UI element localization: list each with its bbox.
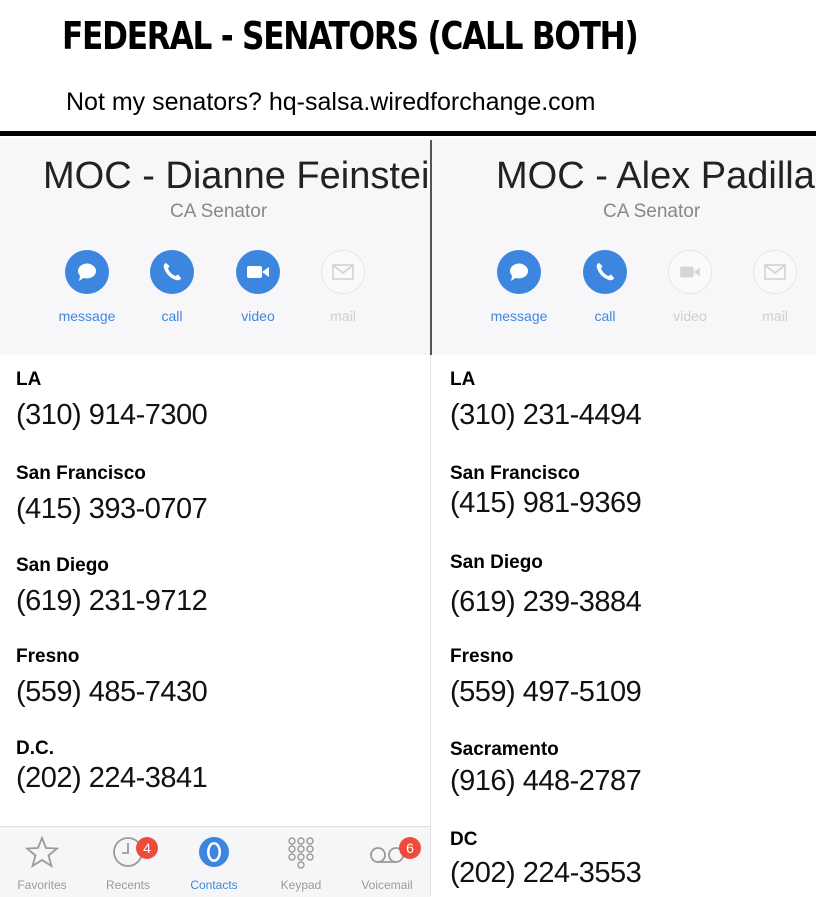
office-phone[interactable]: (619) 239-3884: [450, 586, 642, 619]
recents-badge: 4: [136, 837, 158, 859]
mail-icon: [753, 250, 797, 294]
office-entry: Fresno (559) 497-5109: [450, 646, 642, 709]
office-entry: LA (310) 914-7300: [16, 369, 208, 432]
office-entry: San Francisco (415) 393-0707: [16, 463, 208, 526]
contact-actions: message call video mail: [432, 250, 816, 340]
tab-label: Keypad: [280, 878, 322, 892]
office-city: Sacramento: [450, 739, 559, 760]
tab-keypad[interactable]: Keypad: [261, 835, 341, 892]
video-button[interactable]: video: [660, 250, 720, 324]
office-phone[interactable]: (415) 981-9369: [450, 487, 642, 520]
contact-role: CA Senator: [603, 201, 701, 222]
call-label: call: [161, 308, 183, 324]
column-divider: [430, 140, 432, 355]
video-button[interactable]: video: [228, 250, 288, 324]
video-label: video: [241, 308, 275, 324]
office-phone[interactable]: (310) 914-7300: [16, 399, 208, 432]
office-phone[interactable]: (916) 448-2787: [450, 765, 642, 798]
message-label: message: [490, 308, 548, 324]
call-button[interactable]: call: [142, 250, 202, 324]
office-entry: Fresno (559) 485-7430: [16, 646, 208, 709]
office-city: San Diego: [16, 555, 109, 576]
mail-icon: [321, 250, 365, 294]
tab-recents[interactable]: 4 Recents: [88, 835, 168, 892]
mail-label: mail: [330, 308, 356, 324]
call-label: call: [594, 308, 616, 324]
office-city: Fresno: [450, 646, 514, 667]
contact-card-feinstein: MOC - Dianne Feinstein CA Senator messag…: [0, 138, 451, 355]
message-button[interactable]: message: [489, 250, 549, 324]
office-phone[interactable]: (310) 231-4494: [450, 399, 642, 432]
phone-icon: [150, 250, 194, 294]
video-icon: [236, 250, 280, 294]
contact-actions: message call video mail: [0, 250, 430, 340]
contact-card-padilla: MOC - Alex Padilla CA Senator message ca…: [432, 138, 816, 355]
office-city: D.C.: [16, 738, 54, 759]
office-entry: Sacramento (916) 448-2787: [450, 739, 642, 798]
tab-label: Favorites: [17, 878, 67, 892]
office-city: San Diego: [450, 552, 543, 573]
tab-favorites[interactable]: Favorites: [2, 835, 82, 892]
video-label: video: [673, 308, 707, 324]
contact-role: CA Senator: [170, 201, 268, 222]
office-city: LA: [16, 369, 42, 390]
column-divider-light: [430, 355, 431, 896]
mail-label: mail: [762, 308, 788, 324]
page-title: FEDERAL - SENATORS (CALL BOTH): [62, 14, 639, 58]
office-city: DC: [450, 829, 478, 850]
office-phone[interactable]: (559) 497-5109: [450, 676, 642, 709]
office-phone[interactable]: (202) 224-3841: [16, 762, 208, 795]
message-icon: [65, 250, 109, 294]
contacts-icon: [199, 837, 229, 867]
office-city: San Francisco: [16, 463, 146, 484]
office-city: San Francisco: [450, 463, 580, 484]
office-entry: DC (202) 224-3553: [450, 829, 642, 890]
contact-name: MOC - Dianne Feinstein: [43, 155, 451, 197]
office-entry: San Francisco (415) 981-9369: [450, 463, 642, 520]
office-phone[interactable]: (202) 224-3553: [450, 857, 642, 890]
office-phone[interactable]: (415) 393-0707: [16, 493, 208, 526]
contact-name: MOC - Alex Padilla: [496, 155, 815, 197]
mail-button[interactable]: mail: [313, 250, 373, 324]
tab-label: Recents: [105, 878, 151, 892]
office-entry: LA (310) 231-4494: [450, 369, 642, 432]
office-city: LA: [450, 369, 476, 390]
phone-tab-bar: Favorites 4 Recents Contacts Keypad 6 Vo…: [0, 826, 430, 897]
call-button[interactable]: call: [575, 250, 635, 324]
office-entry: D.C. (202) 224-3841: [16, 738, 208, 795]
video-icon: [668, 250, 712, 294]
header-rule: [0, 131, 816, 136]
office-entry: San Diego (619) 239-3884: [450, 552, 642, 619]
office-phone[interactable]: (619) 231-9712: [16, 585, 208, 618]
message-icon: [497, 250, 541, 294]
mail-button[interactable]: mail: [745, 250, 805, 324]
voicemail-badge: 6: [399, 837, 421, 859]
keypad-icon: [288, 837, 314, 869]
page-subtitle: Not my senators? hq-salsa.wiredforchange…: [66, 88, 596, 116]
tab-voicemail[interactable]: 6 Voicemail: [347, 835, 427, 892]
office-entry: San Diego (619) 231-9712: [16, 555, 208, 618]
tab-label: Contacts: [190, 878, 238, 892]
office-phone[interactable]: (559) 485-7430: [16, 676, 208, 709]
office-city: Fresno: [16, 646, 80, 667]
tab-contacts[interactable]: Contacts: [174, 835, 254, 892]
phone-icon: [583, 250, 627, 294]
tab-label: Voicemail: [361, 878, 413, 892]
message-button[interactable]: message: [57, 250, 117, 324]
star-icon: [24, 835, 60, 869]
message-label: message: [58, 308, 116, 324]
